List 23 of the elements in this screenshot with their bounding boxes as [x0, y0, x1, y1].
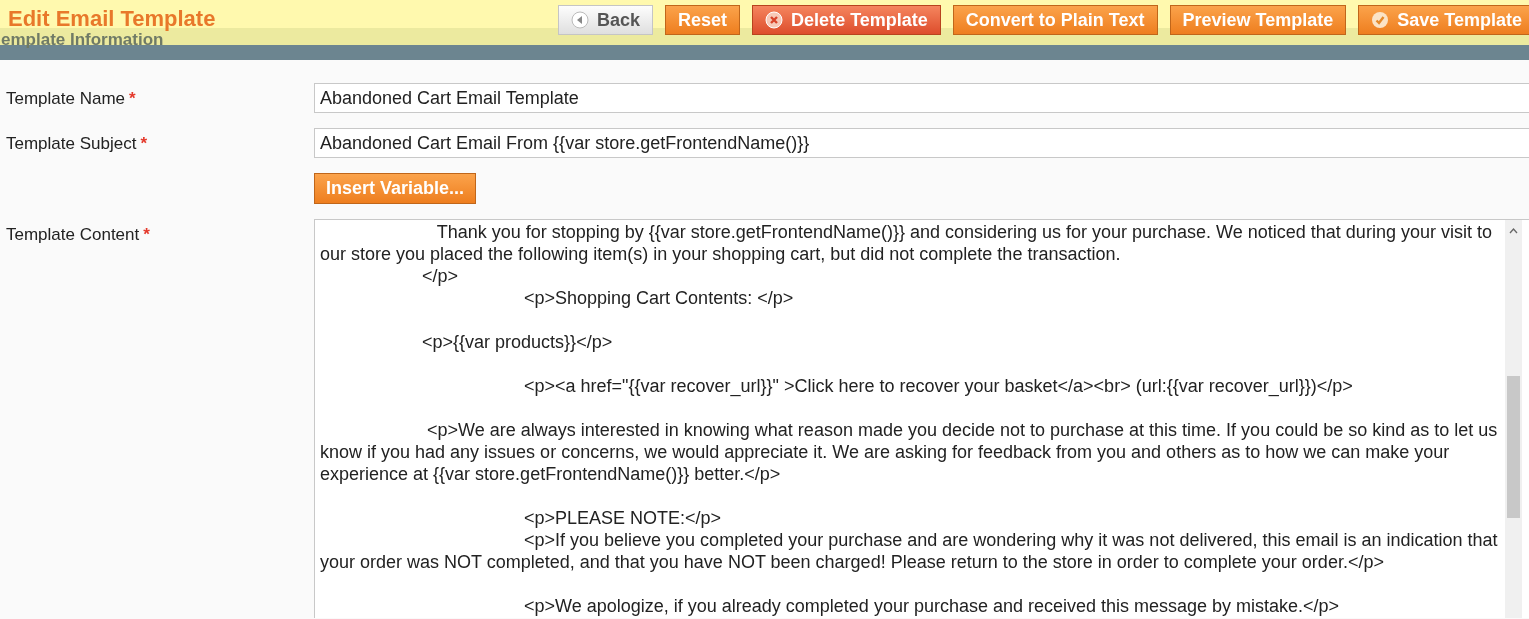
required-mark: * — [140, 134, 148, 153]
scrollbar-thumb[interactable] — [1507, 376, 1520, 518]
field-label: Template Content — [6, 225, 140, 244]
back-icon — [571, 11, 590, 29]
back-button[interactable]: Back — [558, 5, 654, 35]
field-label: Template Subject — [6, 134, 137, 153]
section-title: emplate Information — [1, 30, 164, 50]
close-icon — [765, 11, 784, 29]
field-label: Template Name — [6, 89, 126, 108]
required-mark: * — [143, 225, 150, 244]
scrollbar[interactable] — [1505, 220, 1522, 618]
toolbar-button[interactable]: Convert to Plain Text — [952, 5, 1158, 35]
insert-variable-button[interactable]: Insert Variable... — [314, 173, 477, 204]
scroll-up-icon[interactable] — [1509, 228, 1518, 234]
check-icon — [1371, 11, 1390, 29]
page-title: Edit Email Template — [8, 6, 216, 32]
toolbar-button[interactable]: Reset — [665, 5, 741, 35]
input-field[interactable]: Abandoned Cart Email Template — [314, 83, 1529, 113]
save-button[interactable]: Save Template — [1358, 5, 1529, 35]
delete-button[interactable]: Delete Template — [752, 5, 941, 35]
required-mark: * — [129, 89, 136, 108]
toolbar-button[interactable]: Preview Template — [1169, 5, 1347, 35]
input-field[interactable]: Abandoned Cart Email From {{var store.getFrontendName()}} — [314, 128, 1529, 158]
